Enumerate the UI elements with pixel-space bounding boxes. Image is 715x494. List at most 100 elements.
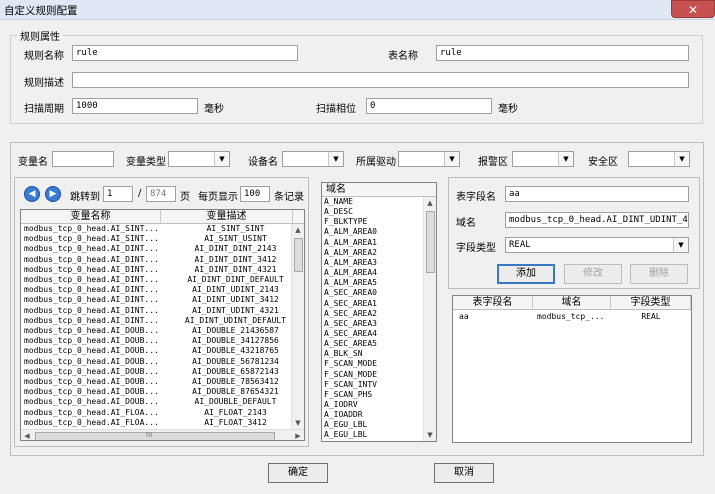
ok-button[interactable]: 确定	[268, 463, 328, 483]
scan-period-label: 扫描周期	[24, 104, 64, 115]
column-header-field-type[interactable]: 字段类型	[611, 296, 691, 310]
list-item[interactable]: A_ALM_AREA0	[324, 227, 377, 237]
chevron-down-icon: ▼	[673, 238, 688, 252]
list-item[interactable]: A_ALM_AREA1	[324, 238, 377, 248]
list-item[interactable]: A_SEC_AREA2	[324, 309, 377, 319]
var-desc-cell: AI_FLOAT_3412	[204, 417, 267, 427]
list-item[interactable]: A_EGU_LBL	[324, 430, 367, 440]
alarm-filter-select[interactable]: ▼	[512, 151, 574, 167]
scroll-thumb[interactable]	[294, 238, 303, 272]
domain-input[interactable]: modbus_tcp_0_head.AI_DINT_UDINT_4321.A	[505, 212, 689, 228]
var-desc-cell: AI_DOUBLE_56781234	[192, 356, 279, 366]
scan-period-input[interactable]: 1000	[72, 98, 198, 114]
var-desc-cell: AI_DINT_DINT_3412	[194, 254, 277, 264]
table-row[interactable]: modbus_tcp_0_head.AI_DINT... AI_DINT_UDIN…	[21, 306, 291, 316]
scroll-thumb[interactable]: III	[35, 431, 275, 440]
rule-name-label: 规则名称	[24, 51, 64, 62]
field-type-select[interactable]: REAL ▼	[505, 237, 689, 253]
field-list-header[interactable]: 域名	[322, 183, 436, 197]
page-number-input[interactable]: 1	[103, 186, 133, 202]
variable-table-vscroll[interactable]: ▲ ▼	[291, 224, 304, 429]
next-page-button[interactable]: ▶	[45, 186, 61, 202]
field-list-vscroll[interactable]: ▲ ▼	[423, 197, 436, 441]
table-row[interactable]: modbus_tcp_0_head.AI_DOUB... AI_DOUBLE_34…	[21, 336, 291, 346]
table-row[interactable]: modbus_tcp_0_head.AI_SINT... AI_SINT_SINT	[21, 224, 291, 234]
device-filter-select[interactable]: ▼	[282, 151, 344, 167]
table-row[interactable]: modbus_tcp_0_head.AI_FLOA... AI_FLOAT_214…	[21, 408, 291, 418]
list-item[interactable]: F_BLKTYPE	[324, 217, 367, 227]
var-desc-cell: AI_DOUBLE_43218765	[192, 346, 279, 356]
table-row[interactable]: modbus_tcp_0_head.AI_DINT... AI_DINT_UDIN…	[21, 295, 291, 305]
delete-button[interactable]: 删除	[630, 264, 688, 284]
list-item[interactable]: F_SCAN_MODE	[324, 370, 377, 380]
field-name-input[interactable]: aa	[505, 186, 689, 202]
table-row[interactable]: modbus_tcp_0_head.AI_DINT... AI_DINT_UDIN…	[21, 285, 291, 295]
page-separator: /	[138, 188, 142, 199]
list-item[interactable]: F_SCAN_PHS	[324, 390, 372, 400]
result-field-type: REAL	[641, 312, 661, 321]
scroll-up-icon[interactable]: ▲	[292, 224, 304, 236]
column-header-field-name[interactable]: 表字段名	[453, 296, 533, 310]
prev-page-button[interactable]: ◀	[24, 186, 40, 202]
table-row[interactable]: modbus_tcp_0_head.AI_DINT... AI_DINT_DINT…	[21, 265, 291, 275]
scan-phase-input[interactable]: 0	[366, 98, 492, 114]
table-row[interactable]: modbus_tcp_0_head.AI_SINT... AI_SINT_USIN…	[21, 234, 291, 244]
jump-to-label: 跳转到	[70, 192, 100, 203]
cancel-button[interactable]: 取消	[434, 463, 494, 483]
list-item[interactable]: F_SCAN_INTV	[324, 380, 377, 390]
list-item[interactable]: A_SEC_AREA5	[324, 339, 377, 349]
list-item[interactable]: A_IOADDR	[324, 410, 363, 420]
per-page-input[interactable]: 100	[240, 186, 270, 202]
list-item[interactable]: A_SEC_AREA3	[324, 319, 377, 329]
list-item[interactable]: A_DESC	[324, 207, 353, 217]
add-button[interactable]: 添加	[497, 264, 555, 284]
list-item[interactable]: A_ALM_AREA3	[324, 258, 377, 268]
var-name-filter-input[interactable]	[52, 151, 114, 167]
scroll-down-icon[interactable]: ▼	[292, 417, 304, 429]
close-button[interactable]: ✕	[671, 0, 715, 18]
title-bar: 自定义规则配置 ✕	[0, 0, 715, 20]
column-header-domain[interactable]: 域名	[533, 296, 611, 310]
column-header-var-desc[interactable]: 变量描述	[161, 210, 293, 224]
scroll-right-icon[interactable]: ▶	[292, 430, 304, 440]
table-row[interactable]: modbus_tcp_0_head.AI_DINT... AI_DINT_DINT…	[21, 255, 291, 265]
table-row[interactable]: modbus_tcp_0_head.AI_DOUB... AI_DOUBLE_78…	[21, 377, 291, 387]
list-item[interactable]: A_SEC_AREA4	[324, 329, 377, 339]
var-type-filter-select[interactable]: ▼	[168, 151, 230, 167]
var-desc-cell: AI_DOUBLE_87654321	[192, 387, 279, 397]
table-row[interactable]: modbus_tcp_0_head.AI_DOUB... AI_DOUBLE_21…	[21, 326, 291, 336]
table-row[interactable]: modbus_tcp_0_head.AI_DINT... AI_DINT_DINT…	[21, 275, 291, 285]
table-name-input[interactable]: rule	[436, 45, 689, 61]
list-item[interactable]: F_SCAN_MODE	[324, 359, 377, 369]
list-item[interactable]: A_SEC_AREA0	[324, 288, 377, 298]
column-header-var-name[interactable]: 变量名称	[21, 210, 161, 224]
list-item[interactable]: A_BLK_SN	[324, 349, 363, 359]
list-item[interactable]: A_ALM_AREA5	[324, 278, 377, 288]
table-row[interactable]: modbus_tcp_0_head.AI_DOUB... AI_DOUBLE_DE…	[21, 397, 291, 407]
table-row[interactable]: modbus_tcp_0_head.AI_DOUB... AI_DOUBLE_43…	[21, 346, 291, 356]
list-item[interactable]: A_EGU_LBL	[324, 420, 367, 430]
table-row[interactable]: aa modbus_tcp_... REAL	[453, 312, 691, 322]
list-item[interactable]: A_SEC_AREA1	[324, 299, 377, 309]
table-row[interactable]: modbus_tcp_0_head.AI_FLOA... AI_FLOAT_341…	[21, 418, 291, 428]
list-item[interactable]: A_ALM_AREA4	[324, 268, 377, 278]
list-item[interactable]: A_ALM_AREA2	[324, 248, 377, 258]
table-row[interactable]: modbus_tcp_0_head.AI_DOUB... AI_DOUBLE_65…	[21, 367, 291, 377]
rule-name-input[interactable]: rule	[72, 45, 298, 61]
driver-filter-select[interactable]: ▼	[398, 151, 460, 167]
variable-table-hscroll[interactable]: ◀ III ▶	[21, 429, 304, 440]
modify-button[interactable]: 修改	[564, 264, 622, 284]
scroll-down-icon[interactable]: ▼	[424, 429, 436, 441]
scroll-thumb[interactable]	[426, 211, 435, 273]
table-row[interactable]: modbus_tcp_0_head.AI_DOUB... AI_DOUBLE_56…	[21, 357, 291, 367]
rule-desc-input[interactable]	[72, 72, 689, 88]
table-row[interactable]: modbus_tcp_0_head.AI_DOUB... AI_DOUBLE_87…	[21, 387, 291, 397]
list-item[interactable]: A_NAME	[324, 197, 353, 207]
security-filter-select[interactable]: ▼	[628, 151, 690, 167]
table-row[interactable]: modbus_tcp_0_head.AI_DINT... AI_DINT_UDIN…	[21, 316, 291, 326]
table-row[interactable]: modbus_tcp_0_head.AI_DINT... AI_DINT_DINT…	[21, 244, 291, 254]
scroll-left-icon[interactable]: ◀	[21, 430, 33, 440]
driver-filter-label: 所属驱动	[356, 157, 396, 168]
scroll-up-icon[interactable]: ▲	[424, 197, 436, 209]
list-item[interactable]: A_IODRV	[324, 400, 358, 410]
